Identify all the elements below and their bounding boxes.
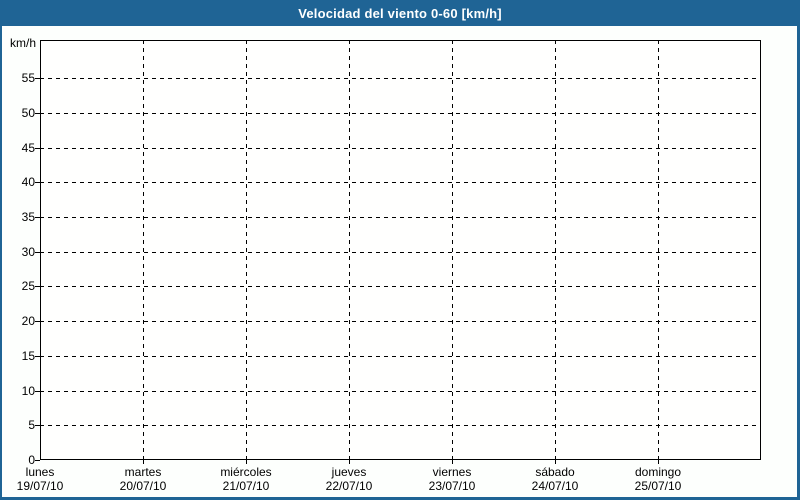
x-tick-label: miércoles 21/07/10 [195, 465, 297, 493]
v-gridline [452, 40, 453, 460]
x-day-name: lunes [25, 465, 55, 479]
h-gridline [40, 182, 761, 183]
y-tick-label: 55 [21, 71, 35, 85]
chart-window: Velocidad del viento 0-60 [km/h] km/h 05… [0, 0, 800, 500]
y-tick-label: 15 [21, 349, 35, 363]
h-gridline [40, 148, 761, 149]
h-gridline [40, 113, 761, 114]
x-tick-label: viernes 23/07/10 [401, 465, 503, 493]
x-day-date: 24/07/10 [531, 479, 579, 493]
y-tick-mark [35, 321, 40, 322]
x-day-name: martes [124, 465, 162, 479]
v-gridline [658, 40, 659, 460]
y-axis-unit-label: km/h [10, 36, 37, 50]
h-gridline [40, 252, 761, 253]
x-day-date: 19/07/10 [16, 479, 64, 493]
x-day-date: 22/07/10 [325, 479, 373, 493]
x-day-date: 23/07/10 [428, 479, 476, 493]
x-tick-mark [349, 460, 350, 464]
v-gridline [349, 40, 350, 460]
y-tick-label: 50 [21, 106, 35, 120]
v-gridline [246, 40, 247, 460]
y-tick-mark [35, 217, 40, 218]
x-tick-mark [246, 460, 247, 464]
x-tick-mark [452, 460, 453, 464]
x-tick-label: martes 20/07/10 [92, 465, 194, 493]
h-gridline [40, 321, 761, 322]
plot-area [40, 40, 761, 460]
y-tick-mark [35, 78, 40, 79]
y-tick-label: 30 [21, 245, 35, 259]
x-day-name: miércoles [220, 465, 272, 479]
y-tick-label: 35 [21, 210, 35, 224]
x-day-name: domingo [634, 465, 682, 479]
y-tick-label: 45 [21, 141, 35, 155]
h-gridline [40, 286, 761, 287]
x-day-date: 20/07/10 [119, 479, 167, 493]
y-tick-mark [35, 252, 40, 253]
y-tick-label: 25 [21, 279, 35, 293]
window-border-left [0, 0, 2, 500]
y-tick-mark [35, 460, 40, 461]
y-tick-label: 5 [28, 418, 35, 432]
x-day-date: 21/07/10 [222, 479, 270, 493]
y-tick-label: 20 [21, 314, 35, 328]
y-tick-mark [35, 425, 40, 426]
h-gridline [40, 391, 761, 392]
y-tick-label: 40 [21, 175, 35, 189]
h-gridline [40, 217, 761, 218]
v-gridline [555, 40, 556, 460]
x-day-name: jueves [331, 465, 367, 479]
y-tick-mark [35, 113, 40, 114]
x-tick-label: jueves 22/07/10 [298, 465, 400, 493]
x-tick-label: sábado 24/07/10 [504, 465, 606, 493]
chart-title-bar: Velocidad del viento 0-60 [km/h] [0, 0, 800, 26]
x-day-date: 25/07/10 [634, 479, 682, 493]
x-tick-mark [143, 460, 144, 464]
y-tick-mark [35, 148, 40, 149]
y-tick-mark [35, 286, 40, 287]
h-gridline [40, 78, 761, 79]
h-gridline [40, 356, 761, 357]
y-tick-mark [35, 356, 40, 357]
y-tick-label: 10 [21, 384, 35, 398]
x-tick-mark [658, 460, 659, 464]
x-day-name: sábado [535, 465, 575, 479]
x-tick-label: domingo 25/07/10 [607, 465, 709, 493]
h-gridline [40, 425, 761, 426]
x-tick-mark [555, 460, 556, 464]
x-day-name: viernes [432, 465, 472, 479]
y-tick-mark [35, 182, 40, 183]
x-tick-label: lunes 19/07/10 [0, 465, 91, 493]
chart-title: Velocidad del viento 0-60 [km/h] [298, 5, 502, 21]
y-tick-mark [35, 391, 40, 392]
v-gridline [143, 40, 144, 460]
